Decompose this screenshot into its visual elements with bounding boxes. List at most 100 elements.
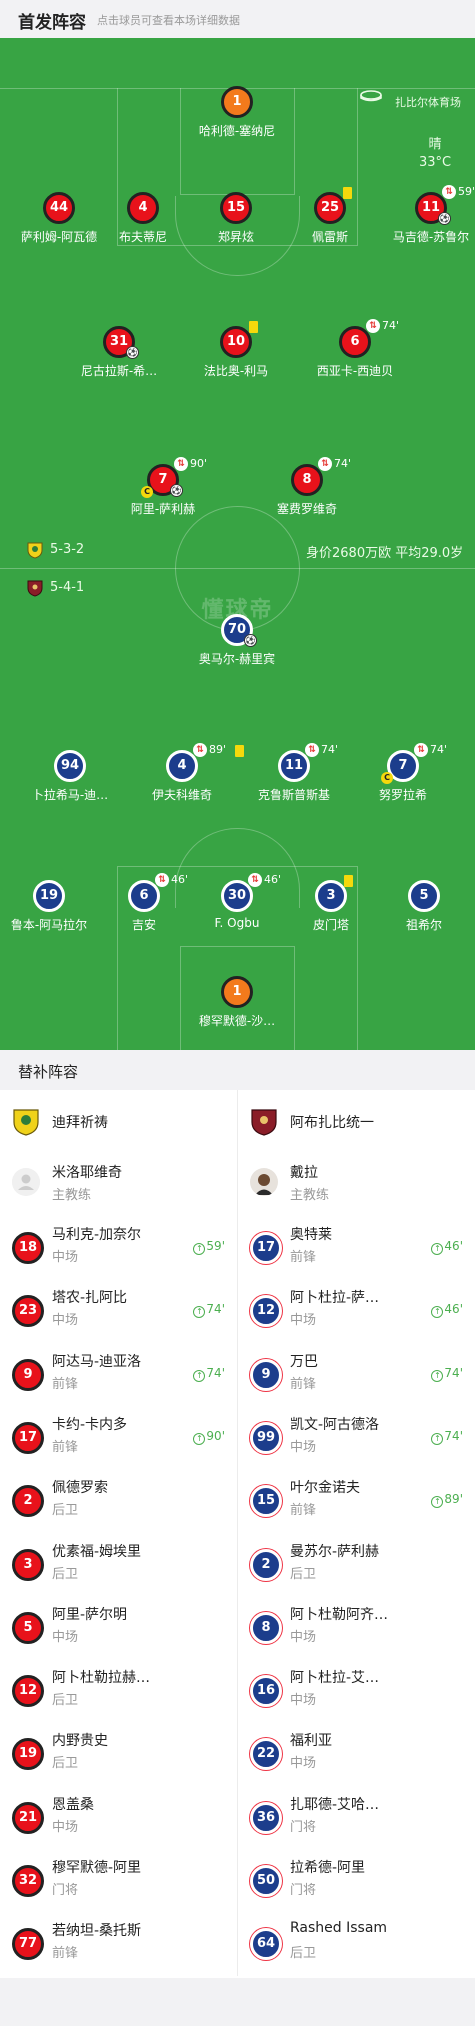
- sub-in-badge: ↑ 59': [193, 1239, 225, 1255]
- bench-player-name: 优素福-姆埃里: [52, 1543, 142, 1560]
- bench-player-row[interactable]: 9 阿达马-迪亚洛 前锋 ↑ 74': [0, 1343, 237, 1406]
- player-number: 15: [220, 192, 252, 224]
- player-number: 3: [315, 880, 347, 912]
- sub-minute: 74': [382, 319, 400, 332]
- bench-player-row[interactable]: 3 优素福-姆埃里 后卫: [0, 1533, 237, 1596]
- bench-player-position: 后卫: [52, 1756, 79, 1772]
- bench-player-row[interactable]: 32 穆罕默德-阿里 门将: [0, 1849, 237, 1912]
- coach-avatar: [250, 1168, 278, 1196]
- sub-in-arrow-icon: ↑: [431, 1243, 444, 1255]
- player-marker[interactable]: 8 塞费罗维奇 ⇅ 74': [252, 457, 362, 526]
- sub-out-icon: ⇅: [442, 185, 456, 199]
- bench-player-name: 叶尔金诺夫: [290, 1480, 360, 1497]
- player-marker[interactable]: 7 阿里-萨利赫 ⇅ 90' ⚽ C: [108, 457, 218, 526]
- sub-in-badge: ↑ 46': [431, 1302, 463, 1319]
- bench-player-number: 21: [12, 1801, 44, 1834]
- bench-player-row[interactable]: 17 卡约-卡内多 前锋 ↑ 90': [0, 1406, 237, 1469]
- player-marker[interactable]: 4 伊夫科维奇 ⇅ 89': [127, 743, 237, 812]
- bench-player-row[interactable]: 2 曼苏尔-萨利赫 后卫: [238, 1533, 475, 1596]
- coach-avatar-placeholder-icon: [12, 1168, 40, 1196]
- away-team-crest-icon: [27, 580, 43, 597]
- player-marker[interactable]: 11 马吉德-苏鲁尔 ⇅ 59' ⚽: [376, 185, 475, 254]
- bench-player-name: 阿达马-迪亚洛: [52, 1353, 142, 1370]
- bench-player-position: 中场: [52, 1629, 79, 1645]
- away-coach-name: 戴拉: [290, 1165, 318, 1181]
- player-name: 西亚卡-西迪贝: [316, 364, 394, 378]
- player-marker[interactable]: 70 奥马尔-赫里宾 ⚽: [182, 614, 292, 676]
- bench-player-row[interactable]: 22 福利亚 中场: [238, 1722, 475, 1785]
- player-number: 4: [127, 192, 159, 224]
- bench-player-row[interactable]: 8 阿卜杜勒阿齐… 中场: [238, 1596, 475, 1659]
- player-name: 伊夫科维奇: [151, 788, 212, 802]
- bench-player-number: 2: [250, 1548, 282, 1581]
- substitution-badge: ⇅ 90': [174, 457, 207, 471]
- player-name: 卜拉希马-迪…: [31, 788, 109, 802]
- bench-player-row[interactable]: 50 拉希德-阿里 门将: [238, 1849, 475, 1912]
- sub-minute: 89': [209, 743, 227, 756]
- player-name: 哈利德-塞纳尼: [198, 124, 276, 138]
- stadium-icon: [360, 90, 382, 102]
- bench-player-number: 15: [250, 1485, 282, 1518]
- bench-away-team[interactable]: 阿布扎比统一: [238, 1090, 475, 1154]
- player-marker[interactable]: 6 西亚卡-西迪贝 ⇅ 74': [300, 319, 410, 388]
- sub-in-minute: 74': [206, 1365, 225, 1380]
- sub-in-arrow-icon: ↑: [193, 1432, 206, 1445]
- bench-player-row[interactable]: 19 内野贵史 后卫: [0, 1722, 237, 1785]
- bench-player-position: 门将: [290, 1883, 317, 1898]
- player-marker[interactable]: 11 克鲁斯普斯基 ⇅ 74': [235, 743, 349, 812]
- bench-home-team[interactable]: 迪拜祈祷: [0, 1090, 237, 1154]
- sub-in-arrow-icon: ↑: [193, 1243, 206, 1255]
- bench-player-row[interactable]: 15 叶尔金诺夫 前锋 ↑ 89': [238, 1469, 475, 1532]
- away-coach-role: 主教练: [290, 1188, 330, 1203]
- bench-player-row[interactable]: 16 阿卜杜拉-艾… 中场: [238, 1659, 475, 1722]
- bench-player-row[interactable]: 77 若纳坦-桑托斯 前锋: [0, 1912, 237, 1975]
- bench-player-row[interactable]: 2 佩德罗索 后卫: [0, 1469, 237, 1532]
- home-formation: 5-3-2: [50, 542, 85, 557]
- bench-player-row[interactable]: 36 扎耶德-艾哈… 门将: [238, 1786, 475, 1849]
- substitution-badge: ⇅ 59': [442, 185, 475, 199]
- bench-player-number: 18: [12, 1232, 44, 1264]
- player-marker[interactable]: 1 穆罕默德-沙…: [182, 976, 292, 1038]
- player-name: 努罗拉希: [378, 788, 427, 802]
- bench-player-row[interactable]: 23 塔农-扎阿比 中场 ↑ 74': [0, 1279, 237, 1342]
- sub-minute: 59': [458, 185, 475, 198]
- bench-player-number: 22: [250, 1738, 282, 1771]
- bench-player-row[interactable]: 12 阿卜杜拉-萨… 中场 ↑ 46': [238, 1279, 475, 1342]
- sub-in-arrow-icon: ↑: [193, 1306, 206, 1319]
- player-name: 奥马尔-赫里宾: [198, 652, 276, 666]
- away-coach[interactable]: 戴拉 主教练: [238, 1154, 475, 1216]
- bench-player-number: 19: [12, 1738, 44, 1771]
- bench-player-row[interactable]: 5 阿里-萨尔明 中场: [0, 1596, 237, 1659]
- bench-player-row[interactable]: 9 万巴 前锋 ↑ 74': [238, 1343, 475, 1406]
- bench-player-row[interactable]: 21 恩盖桑 中场: [0, 1786, 237, 1849]
- bench-player-name: 万巴: [290, 1353, 318, 1370]
- bench-player-row[interactable]: 18 马利克-加奈尔 中场 ↑ 59': [0, 1216, 237, 1279]
- player-marker[interactable]: 25 佩雷斯: [275, 187, 385, 254]
- player-marker[interactable]: 94 卜拉希马-迪…: [15, 750, 125, 812]
- player-number: 94: [54, 750, 86, 782]
- bench-player-row[interactable]: 99 凯文-阿古德洛 中场 ↑ 74': [238, 1406, 475, 1469]
- sub-in-arrow-icon: ↑: [193, 1369, 206, 1382]
- pitch: 扎比尔体育场 晴 33°C 懂球帝 5-3-2 身价2680万欧 平均29.0岁…: [0, 38, 475, 1050]
- bench-player-name: 拉希德-阿里: [290, 1860, 366, 1876]
- bench-player-position: 中场: [290, 1756, 317, 1772]
- sub-in-badge: ↑ 74': [431, 1429, 463, 1445]
- sub-in-minute: 74': [444, 1428, 463, 1443]
- player-marker[interactable]: 1 哈利德-塞纳尼: [182, 86, 292, 148]
- substitution-badge: ⇅ 74': [366, 319, 399, 333]
- bench-player-row[interactable]: 12 阿卜杜勒拉赫… 后卫: [0, 1659, 237, 1722]
- bench-player-position: 前锋: [52, 1376, 79, 1392]
- bench-player-row[interactable]: 64 Rashed Issam 后卫: [238, 1912, 475, 1975]
- player-marker[interactable]: 7 努罗拉希 ⇅ 74' C: [348, 743, 458, 812]
- sub-in-arrow-icon: ↑: [431, 1306, 444, 1319]
- bench-player-position: 中场: [52, 1250, 79, 1265]
- player-marker[interactable]: 31 尼古拉斯-希… ⚽: [64, 326, 174, 388]
- home-coach[interactable]: 米洛耶维奇 主教练: [0, 1154, 237, 1216]
- lineup-hint: 点击球员可查看本场详细数据: [97, 14, 240, 27]
- sub-in-badge: ↑ 74': [193, 1366, 225, 1382]
- bench-player-row[interactable]: 17 奥特莱 前锋 ↑ 46': [238, 1216, 475, 1279]
- player-marker[interactable]: 5 祖希尔: [369, 880, 475, 942]
- bench-player-name: 佩德罗索: [52, 1480, 108, 1497]
- player-marker[interactable]: 10 法比奥-利马: [181, 321, 291, 388]
- sub-in-minute: 74': [206, 1302, 225, 1317]
